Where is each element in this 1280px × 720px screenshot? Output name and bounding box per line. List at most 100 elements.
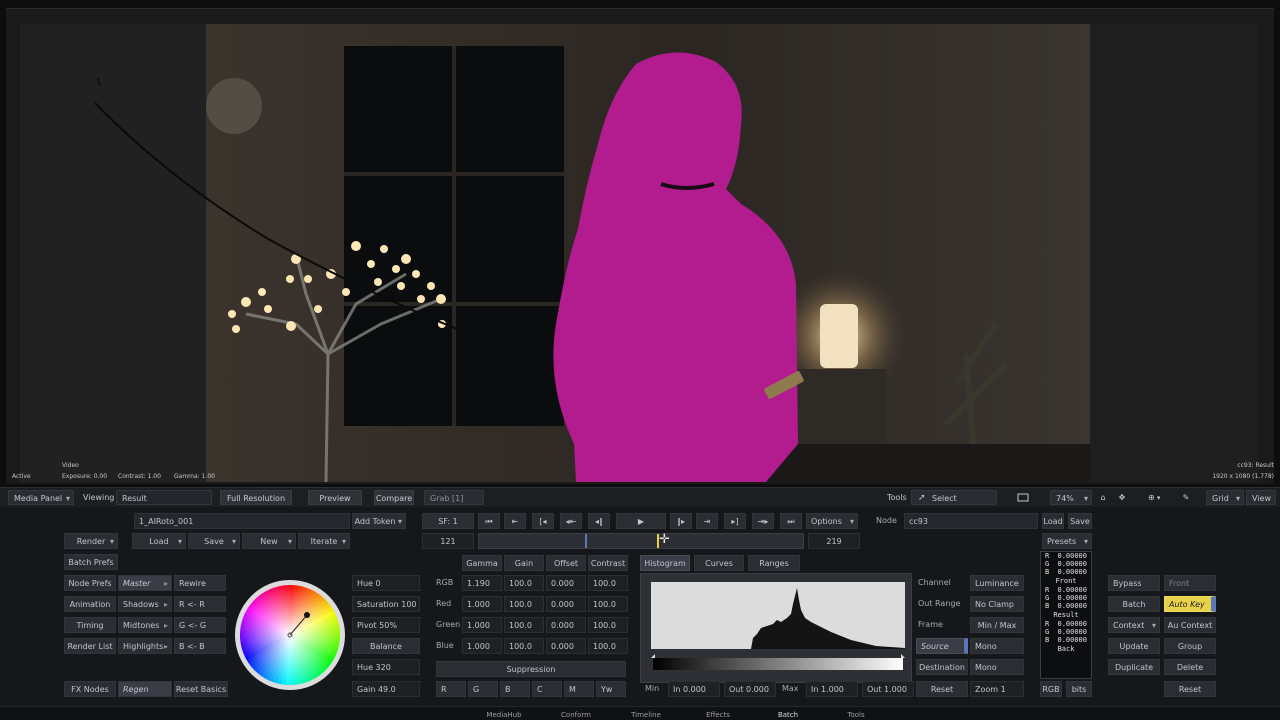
grab-button[interactable]: Grab [1]: [424, 490, 484, 505]
tab-histogram[interactable]: Histogram: [640, 555, 690, 571]
compare-button[interactable]: Compare: [374, 490, 414, 505]
pivot-field[interactable]: Pivot 50%: [352, 617, 420, 633]
tonal-highlights-button[interactable]: Highlights: [118, 638, 172, 654]
viewport-image[interactable]: [206, 24, 1090, 482]
next-frame-icon[interactable]: ‖▸: [670, 513, 692, 529]
options-dropdown[interactable]: Options: [806, 513, 858, 529]
fit-icon[interactable]: ✥: [1114, 490, 1130, 505]
au-context-button[interactable]: Au Context: [1164, 617, 1216, 633]
update-button[interactable]: Update: [1108, 638, 1160, 654]
fx-nodes-button[interactable]: FX Nodes: [64, 681, 116, 697]
suppression-channel-3[interactable]: C: [532, 681, 562, 697]
select-tool-dropdown[interactable]: ➚ Select: [911, 490, 997, 505]
cc-value-field[interactable]: 100.0: [588, 596, 628, 612]
tab-ranges[interactable]: Ranges: [748, 555, 800, 571]
rewire-button[interactable]: Rewire: [174, 575, 226, 591]
source-dropdown[interactable]: Mono: [970, 638, 1024, 654]
cc-value-field[interactable]: 0.000: [546, 596, 586, 612]
front-button[interactable]: Front: [1164, 575, 1216, 591]
frame-icon[interactable]: [1016, 490, 1030, 505]
batch-button[interactable]: Batch: [1108, 596, 1160, 612]
regen-button[interactable]: Regen: [118, 681, 172, 697]
context-dropdown[interactable]: Context: [1108, 617, 1160, 633]
destination-dropdown[interactable]: Mono: [970, 659, 1024, 675]
group-button[interactable]: Group: [1164, 638, 1216, 654]
animation-button[interactable]: Animation: [64, 596, 116, 612]
frame-end-field[interactable]: 219: [808, 533, 860, 549]
node-field[interactable]: cc93: [904, 513, 1038, 529]
cc-value-field[interactable]: 0.000: [546, 617, 586, 633]
cc-value-field[interactable]: 0.000: [546, 638, 586, 654]
cc-value-field[interactable]: 0.000: [546, 575, 586, 591]
frame-dropdown[interactable]: Min / Max: [970, 617, 1024, 633]
render-list-button[interactable]: Render List: [64, 638, 116, 654]
media-panel-dropdown[interactable]: Media Panel: [8, 490, 74, 506]
bottom-tab-4[interactable]: Batch: [760, 709, 816, 720]
zoom-field[interactable]: Zoom 1: [970, 681, 1024, 697]
colour-wheel[interactable]: [234, 579, 346, 691]
cc-value-field[interactable]: 1.000: [462, 596, 502, 612]
step-forward-mark-icon[interactable]: ⇥▸: [752, 513, 774, 529]
rewire-r-button[interactable]: R <- R: [174, 596, 226, 612]
delete-button[interactable]: Delete: [1164, 659, 1216, 675]
bits-button[interactable]: bits: [1066, 681, 1092, 697]
cc-value-field[interactable]: 1.190: [462, 575, 502, 591]
go-to-start-icon[interactable]: ⏮: [478, 513, 500, 529]
timing-button[interactable]: Timing: [64, 617, 116, 633]
source-button[interactable]: Source: [916, 638, 968, 654]
reset-node-button[interactable]: Reset: [1164, 681, 1216, 697]
step-back-mark-icon[interactable]: ◂⇤: [560, 513, 582, 529]
next-keyframe-icon[interactable]: ⇥: [696, 513, 718, 529]
saturation-field[interactable]: Saturation 100: [352, 596, 420, 612]
destination-button[interactable]: Destination: [916, 659, 968, 675]
viewer[interactable]: Video Active Exposure: 0.00 Contrast: 1.…: [0, 0, 1280, 487]
eyedropper-icon[interactable]: ✎: [1180, 490, 1192, 505]
go-to-end-icon[interactable]: ⏭: [780, 513, 802, 529]
suppression-channel-0[interactable]: R: [436, 681, 466, 697]
reset-basics-button[interactable]: Reset Basics: [174, 681, 228, 697]
cc-value-field[interactable]: 1.000: [462, 617, 502, 633]
bottom-tab-1[interactable]: Conform: [548, 709, 604, 720]
cc-header-3[interactable]: Contrast: [588, 555, 628, 571]
cc-header-1[interactable]: Gain: [504, 555, 544, 571]
hist-out-max-field[interactable]: Out 1.000: [862, 681, 914, 697]
bottom-tab-5[interactable]: Tools: [828, 709, 884, 720]
hist-in-max-field[interactable]: In 1.000: [806, 681, 858, 697]
cc-value-field[interactable]: 100.0: [504, 596, 544, 612]
hist-in-min-field[interactable]: In 0.000: [668, 681, 720, 697]
node-load-button[interactable]: Load: [1042, 513, 1064, 529]
suppression-channel-2[interactable]: B: [500, 681, 530, 697]
bottom-tab-2[interactable]: Timeline: [618, 709, 674, 720]
iterate-dropdown[interactable]: Iterate: [298, 533, 350, 549]
suppression-channel-5[interactable]: Yw: [596, 681, 626, 697]
hue-field[interactable]: Hue 0: [352, 575, 420, 591]
channel-dropdown[interactable]: Luminance: [970, 575, 1024, 591]
rewire-g-button[interactable]: G <- G: [174, 617, 226, 633]
node-name-field[interactable]: 1_AIRoto_001: [134, 513, 350, 529]
crosshair-dropdown[interactable]: ⊕ ▾: [1148, 490, 1174, 505]
cc-value-field[interactable]: 100.0: [504, 575, 544, 591]
rgb-button[interactable]: RGB: [1040, 681, 1062, 697]
balance-button[interactable]: Balance: [352, 638, 420, 654]
suppression-channel-1[interactable]: G: [468, 681, 498, 697]
timeline-scrubber[interactable]: ✛: [478, 532, 804, 549]
bypass-button[interactable]: Bypass: [1108, 575, 1160, 591]
tonal-shadows-button[interactable]: Shadows: [118, 596, 172, 612]
cc-header-2[interactable]: Offset: [546, 555, 586, 571]
prev-keyframe-icon[interactable]: ⇤: [504, 513, 526, 529]
zoom-dropdown[interactable]: 74%: [1050, 490, 1092, 506]
home-icon[interactable]: ⌂: [1097, 490, 1109, 505]
load-dropdown[interactable]: Load: [132, 533, 186, 549]
histogram-area[interactable]: [640, 573, 912, 683]
gain-2-field[interactable]: Gain 49.0: [352, 681, 420, 697]
hue-2-field[interactable]: Hue 320: [352, 659, 420, 675]
out-range-dropdown[interactable]: No Clamp: [970, 596, 1024, 612]
cc-value-field[interactable]: 1.000: [462, 638, 502, 654]
prev-mark-icon[interactable]: [◂: [532, 513, 554, 529]
add-token-dropdown[interactable]: Add Token: [352, 513, 406, 529]
save-dropdown[interactable]: Save: [188, 533, 240, 549]
node-prefs-button[interactable]: Node Prefs: [64, 575, 116, 591]
bottom-tab-3[interactable]: Effects: [690, 709, 746, 720]
node-save-button[interactable]: Save: [1068, 513, 1092, 529]
cc-value-field[interactable]: 100.0: [504, 617, 544, 633]
